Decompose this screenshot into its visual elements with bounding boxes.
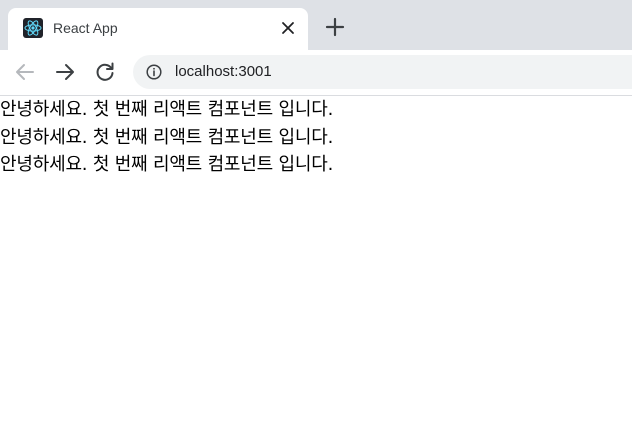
page-content: 안녕하세요. 첫 번째 리액트 컴포넌트 입니다. 안녕하세요. 첫 번째 리액…	[0, 96, 632, 429]
forward-button[interactable]	[53, 60, 77, 84]
arrow-right-icon	[56, 64, 74, 80]
browser-tabstrip: React App	[0, 0, 632, 50]
plus-icon	[325, 17, 345, 37]
info-icon[interactable]	[146, 64, 162, 80]
close-icon[interactable]	[278, 18, 298, 38]
greeting-text: 안녕하세요. 첫 번째 리액트 컴포넌트 입니다.	[0, 126, 334, 148]
browser-toolbar: localhost:3001	[0, 50, 632, 96]
tab-react-app[interactable]: React App	[8, 8, 308, 50]
address-bar[interactable]: localhost:3001	[133, 55, 632, 89]
new-tab-button[interactable]	[324, 16, 346, 38]
greeting-text: 안녕하세요. 첫 번째 리액트 컴포넌트 입니다.	[0, 99, 334, 120]
greeting-text: 안녕하세요. 첫 번째 리액트 컴포넌트 입니다.	[0, 154, 334, 175]
url-text[interactable]: localhost:3001	[175, 62, 272, 82]
reload-button[interactable]	[93, 60, 117, 84]
back-button[interactable]	[13, 60, 37, 84]
reload-icon	[96, 62, 114, 81]
tab-title: React App	[53, 20, 118, 36]
arrow-left-icon	[16, 64, 34, 80]
react-logo-icon	[23, 18, 43, 38]
